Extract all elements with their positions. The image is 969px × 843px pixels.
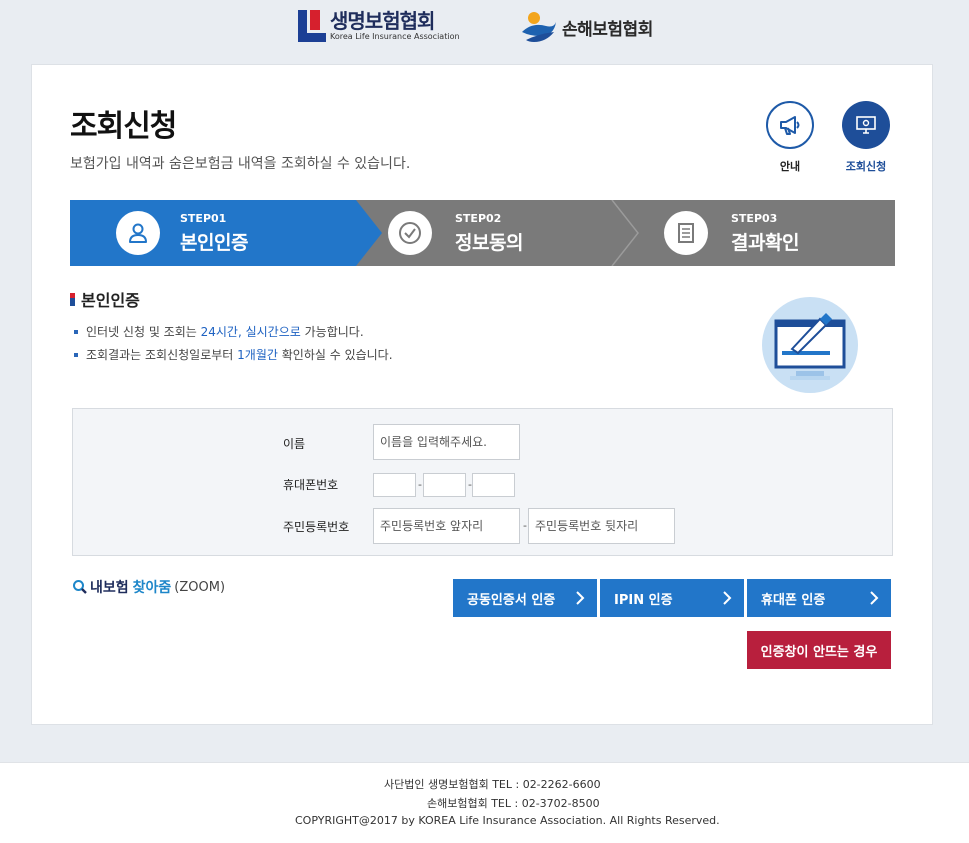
section-title-marker-icon xyxy=(70,292,75,306)
info-bullet-2: 조회결과는 조회신청일로부터 1개월간 확인하실 수 있습니다. xyxy=(74,348,393,362)
life-insurance-association-logo[interactable]: 생명보험협회 Korea Life Insurance Association xyxy=(298,10,460,42)
step-1: STEP01 본인인증 xyxy=(70,200,356,266)
phone-input-3[interactable] xyxy=(472,473,515,497)
life-logo-name: 생명보험협회 xyxy=(330,9,435,33)
quick-link-inquiry-label: 조회신청 xyxy=(845,160,887,173)
phone-input-1[interactable] xyxy=(373,473,416,497)
quick-link-guide[interactable]: 안내 xyxy=(762,101,818,174)
general-insurance-association-logo[interactable]: 손해보험협회 xyxy=(520,10,653,44)
chevron-right-icon xyxy=(870,591,879,605)
step-3-name: 결과확인 xyxy=(731,232,799,254)
step-1-arrow xyxy=(356,200,382,266)
auth-popup-help-button[interactable]: 인증창이 안뜨는 경우 xyxy=(747,631,891,669)
life-logo-mark-icon xyxy=(298,10,326,42)
footer-copyright: COPYRIGHT@2017 by KOREA Life Insurance A… xyxy=(295,814,720,827)
life-logo-english-name: Korea Life Insurance Association xyxy=(330,32,460,41)
identity-form: 이름 휴대폰번호 - - 주민등록번호 - xyxy=(72,408,893,556)
my-insurance-zoom-link[interactable]: 내보험 찾아줌 (ZOOM) xyxy=(72,577,225,597)
phone-auth-button[interactable]: 휴대폰 인증 xyxy=(747,579,891,617)
chevron-right-icon xyxy=(576,591,585,605)
info-bullet-list: 인터넷 신청 및 조회는 24시간, 실시간으로 가능합니다. 조회결과는 조회… xyxy=(74,325,393,371)
step-3: STEP03 결과확인 xyxy=(664,200,894,266)
footer-life-contact: 사단법인 생명보험협회 TEL : 02-2262-6600 xyxy=(384,778,601,791)
footer: 사단법인 생명보험협회 TEL : 02-2262-6600 손해보험협회 TE… xyxy=(0,762,969,843)
document-icon xyxy=(678,223,694,243)
phone-input-2[interactable] xyxy=(423,473,466,497)
magnifier-icon xyxy=(73,580,87,594)
rrn-front-input[interactable] xyxy=(373,508,520,544)
rrn-separator: - xyxy=(523,519,527,532)
monitor-search-icon xyxy=(856,116,876,134)
info-bullet-1: 인터넷 신청 및 조회는 24시간, 실시간으로 가능합니다. xyxy=(74,325,393,339)
chevron-right-icon xyxy=(723,591,732,605)
page-title: 조회신청 xyxy=(70,109,177,144)
quick-link-guide-label: 안내 xyxy=(779,160,801,173)
megaphone-icon xyxy=(780,116,800,135)
step-separator-chevron-icon xyxy=(611,200,639,266)
top-header: 생명보험협회 Korea Life Insurance Association … xyxy=(0,0,969,64)
phone-label: 휴대폰번호 xyxy=(283,478,339,492)
footer-damage-contact: 손해보험협회 TEL : 02-3702-8500 xyxy=(427,797,600,810)
step-2-name: 정보동의 xyxy=(455,232,523,254)
rrn-label: 주민등록번호 xyxy=(283,520,350,534)
name-label: 이름 xyxy=(283,437,306,451)
ipin-auth-button[interactable]: IPIN 인증 xyxy=(600,579,744,617)
main-card: 조회신청 보험가입 내역과 숨은보험금 내역을 조회하실 수 있습니다. 안내 … xyxy=(31,64,933,725)
quick-link-inquiry[interactable]: 조회신청 xyxy=(838,101,894,174)
step-2-number: STEP02 xyxy=(455,212,502,225)
name-input[interactable] xyxy=(373,424,520,460)
page-description: 보험가입 내역과 숨은보험금 내역을 조회하실 수 있습니다. xyxy=(70,156,411,172)
step-3-number: STEP03 xyxy=(731,212,778,225)
phone-separator: - xyxy=(418,478,422,491)
check-circle-icon xyxy=(399,222,421,244)
user-icon xyxy=(129,223,147,243)
step-1-name: 본인인증 xyxy=(180,232,248,254)
step-progress-bar: STEP01 본인인증 STEP02 정보동의 STEP03 결과확인 xyxy=(70,200,895,266)
cert-auth-button[interactable]: 공동인증서 인증 xyxy=(453,579,597,617)
rrn-back-input[interactable] xyxy=(528,508,675,544)
damage-logo-name: 손해보험협회 xyxy=(562,19,653,40)
damage-logo-mark-icon xyxy=(522,12,556,42)
section-title: 본인인증 xyxy=(70,287,140,311)
computer-illustration-icon xyxy=(762,297,858,393)
step-2: STEP02 정보동의 xyxy=(388,200,628,266)
step-1-number: STEP01 xyxy=(180,212,227,225)
